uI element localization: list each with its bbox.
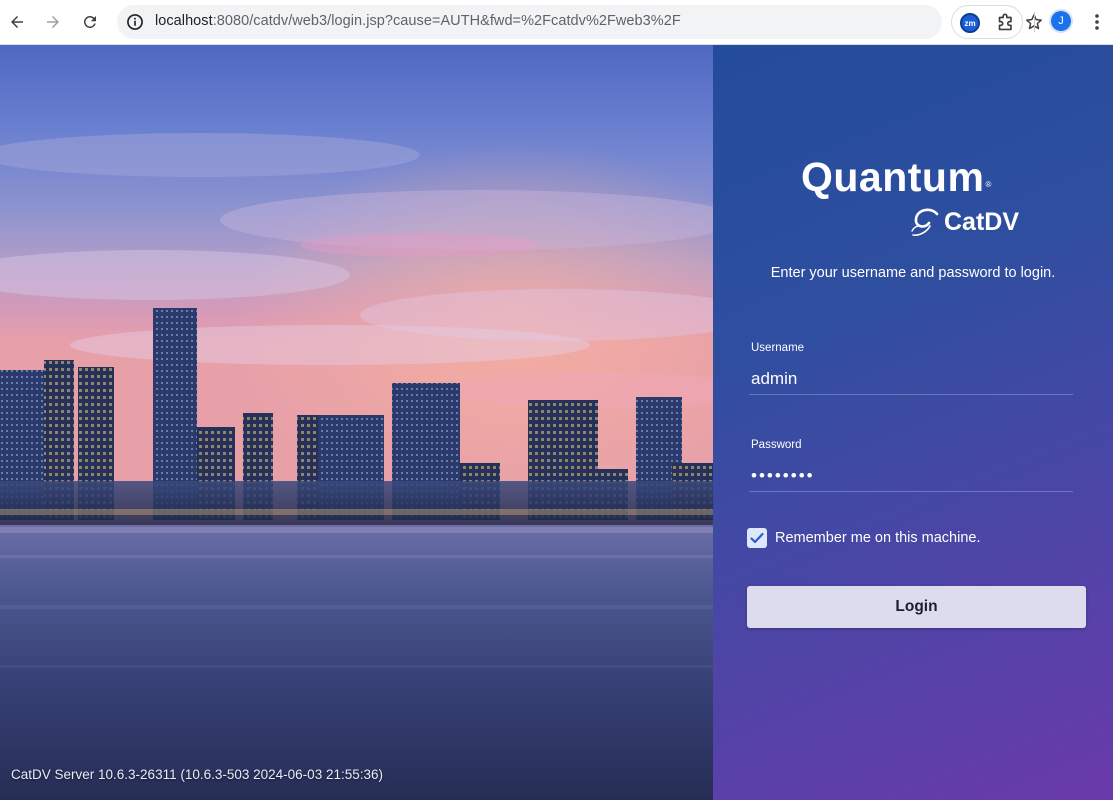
login-prompt: Enter your username and password to logi…	[770, 265, 1056, 281]
zoom-extension-label: zm	[964, 18, 976, 28]
url-text: localhost:8080/catdv/web3/login.jsp?caus…	[155, 13, 681, 29]
reload-icon	[83, 15, 96, 28]
puzzle-icon[interactable]	[994, 12, 1016, 34]
city-skyline-image: CatDV Server 10.6.3-26311 (10.6.3-503 20…	[0, 45, 713, 800]
toolbar-divider	[1034, 12, 1035, 32]
checkmark-icon	[750, 532, 764, 544]
catdv-logo: CatDV	[909, 205, 1019, 239]
brand-name: Quantum	[801, 154, 985, 200]
skyline-illustration	[0, 45, 713, 800]
zoom-extension-icon[interactable]: zm	[960, 13, 980, 33]
extensions-group: zm	[951, 5, 1023, 39]
password-input[interactable]	[749, 460, 1073, 492]
brand-trademark: ®	[985, 180, 992, 189]
address-bar[interactable]: localhost:8080/catdv/web3/login.jsp?caus…	[117, 5, 1042, 39]
browser-toolbar: localhost:8080/catdv/web3/login.jsp?caus…	[0, 0, 1113, 45]
server-version-text: CatDV Server 10.6.3-26311 (10.6.3-503 20…	[11, 767, 383, 782]
remember-me-label[interactable]: Remember me on this machine.	[775, 530, 981, 546]
username-input[interactable]	[749, 363, 1073, 395]
back-arrow-icon	[11, 16, 23, 28]
product-name: CatDV	[944, 207, 1020, 236]
password-label: Password	[751, 439, 802, 451]
reload-button[interactable]	[77, 9, 103, 35]
profile-initial: J	[1058, 15, 1064, 27]
login-panel: Quantum® CatDV Enter your username and p…	[713, 45, 1113, 800]
username-label: Username	[751, 342, 805, 354]
remember-me-checkbox[interactable]	[747, 528, 767, 548]
forward-button[interactable]	[40, 9, 66, 35]
url-path: :8080/catdv/web3/login.jsp?cause=AUTH&fw…	[212, 13, 681, 29]
back-button[interactable]	[4, 9, 30, 35]
more-menu-icon[interactable]	[1088, 12, 1106, 32]
catdv-swirl-icon	[911, 208, 939, 236]
url-host: localhost	[155, 13, 213, 29]
forward-arrow-icon	[47, 16, 59, 28]
profile-avatar[interactable]: J	[1051, 11, 1071, 31]
login-button[interactable]: Login	[747, 586, 1086, 628]
quantum-logo: Quantum®	[801, 157, 991, 198]
info-icon[interactable]	[125, 12, 145, 32]
